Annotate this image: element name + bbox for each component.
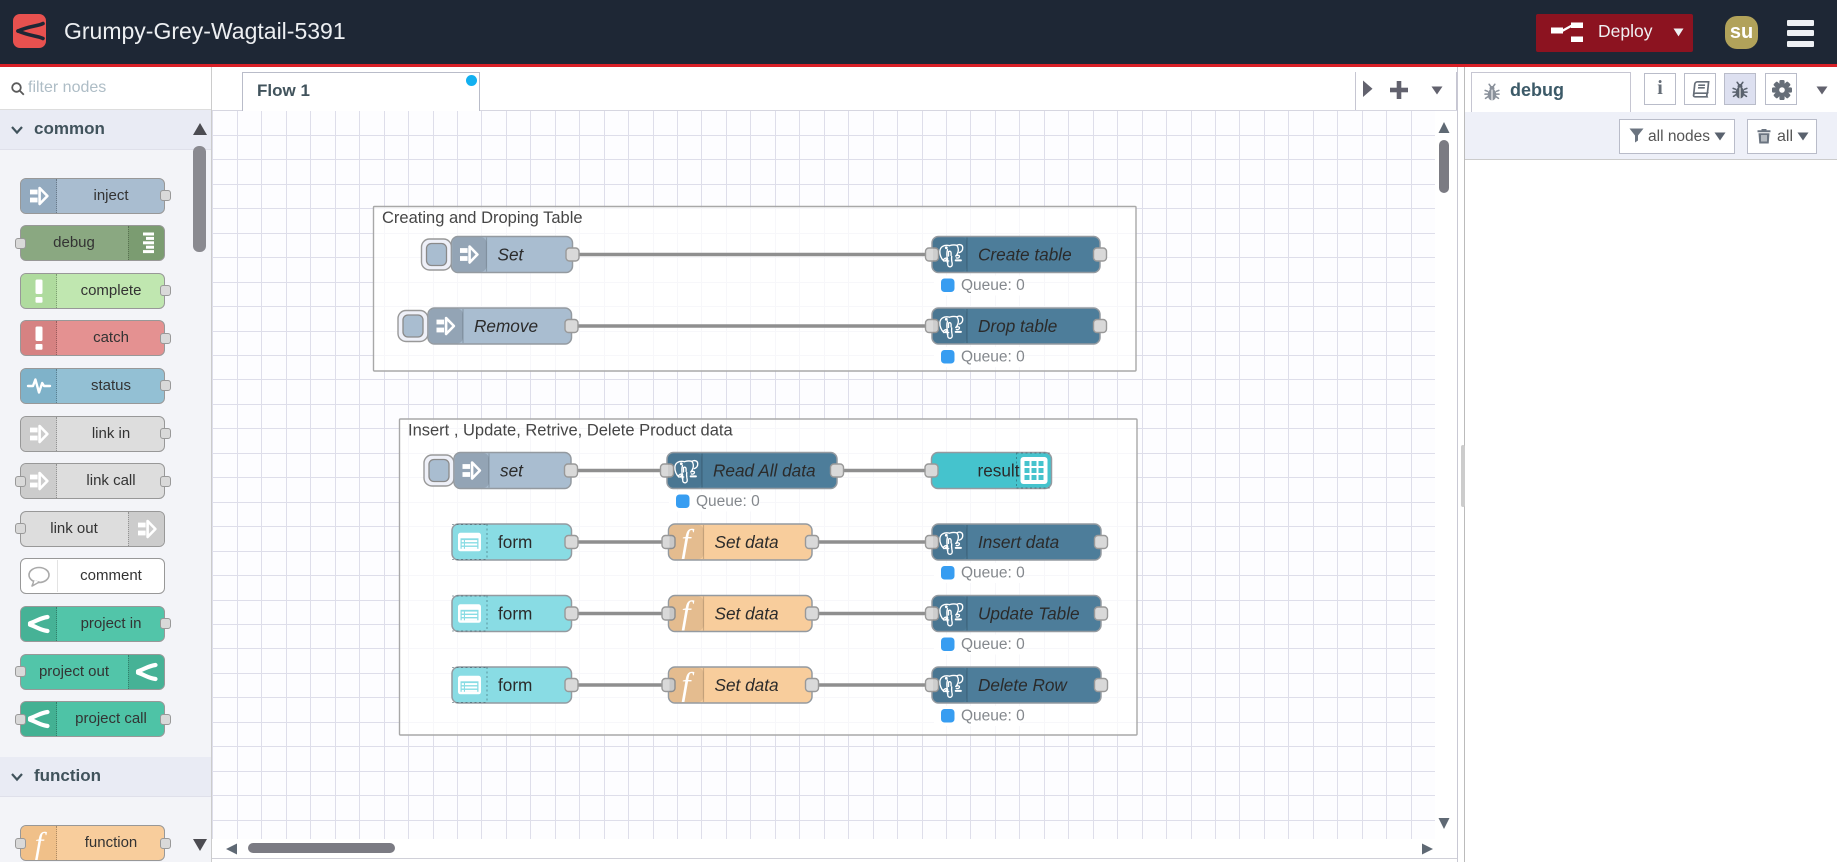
svg-text:form: form (498, 604, 532, 624)
svg-text:Queue: 0: Queue: 0 (961, 349, 1025, 366)
svg-text:Queue: 0: Queue: 0 (961, 636, 1025, 653)
svg-text:form: form (498, 675, 532, 695)
svg-text:Read All data: Read All data (713, 461, 816, 481)
svg-text:Remove: Remove (474, 316, 538, 336)
svg-text:set: set (500, 461, 524, 481)
svg-text:Queue: 0: Queue: 0 (961, 565, 1025, 582)
svg-text:Set data: Set data (715, 532, 779, 552)
svg-text:Set data: Set data (715, 604, 779, 624)
svg-text:Set data: Set data (715, 675, 779, 695)
svg-text:Queue: 0: Queue: 0 (961, 708, 1025, 725)
svg-text:Queue: 0: Queue: 0 (961, 277, 1025, 294)
svg-text:Creating and Droping Table: Creating and Droping Table (382, 209, 583, 227)
svg-text:f: f (34, 826, 47, 860)
svg-text:Insert , Update, Retrive, Dele: Insert , Update, Retrive, Delete Product… (408, 422, 733, 440)
svg-text:Drop table: Drop table (978, 316, 1057, 336)
svg-text:Insert data: Insert data (978, 532, 1059, 552)
svg-text:Update Table: Update Table (978, 604, 1080, 624)
svg-text:Delete Row: Delete Row (978, 675, 1068, 695)
svg-text:Queue: 0: Queue: 0 (696, 493, 760, 510)
svg-text:Set: Set (498, 245, 525, 265)
svg-text:Create table: Create table (978, 245, 1072, 265)
svg-text:form: form (498, 532, 532, 552)
svg-text:result: result (978, 461, 1020, 481)
